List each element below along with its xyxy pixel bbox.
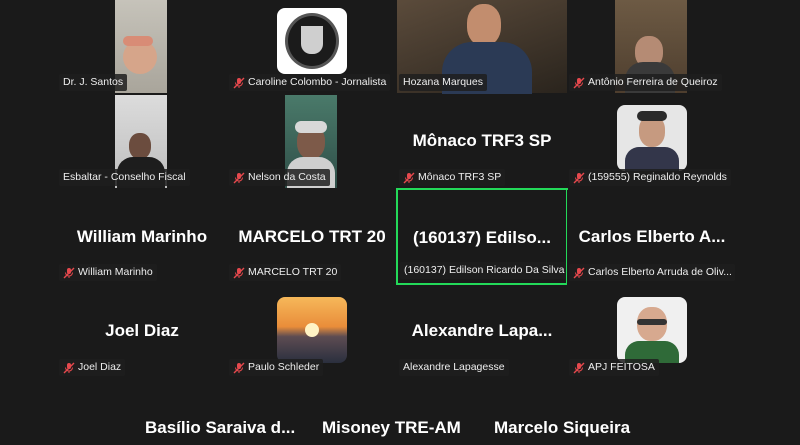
participant-avatar-photo (277, 297, 347, 363)
mic-muted-icon (573, 362, 585, 373)
participant-tile[interactable]: Mônaco TRF3 SP Mônaco TRF3 SP (397, 95, 567, 190)
participant-name-tag: William Marinho (59, 264, 157, 281)
participant-display-name: Alexandre Lapa... (411, 321, 553, 340)
mic-muted-icon (233, 172, 245, 183)
mic-muted-icon (233, 362, 245, 373)
participant-name-tag: Joel Diaz (59, 359, 126, 376)
participant-tile[interactable]: (159555) Reginaldo Reynolds (567, 95, 737, 190)
mic-muted-icon (233, 267, 245, 278)
participant-name-tag: Carlos Elberto Arruda de Oliv... (569, 264, 735, 281)
active-speaker-tile[interactable]: (160137) Edilso... (160137) Edilson Rica… (396, 188, 568, 285)
participant-tile[interactable]: William Marinho William Marinho (57, 190, 227, 285)
mic-muted-icon (233, 77, 245, 88)
participant-name-tag: Paulo Schleder (229, 359, 324, 376)
participant-tile[interactable]: Hozana Marques (397, 0, 567, 95)
mic-muted-icon (63, 267, 75, 278)
participant-name-tag: Dr. J. Santos (59, 74, 128, 91)
participant-tile[interactable]: Nelson da Costa (227, 95, 397, 190)
participant-name-tag: Mônaco TRF3 SP (399, 169, 506, 186)
participant-tile[interactable]: Joel Diaz Joel Diaz (57, 285, 227, 380)
participant-display-name: MARCELO TRT 20 (238, 227, 386, 246)
participant-name-tag: Nelson da Costa (229, 169, 330, 186)
participant-name-tag: MARCELO TRT 20 (229, 264, 342, 281)
participant-tile[interactable]: MARCELO TRT 20 MARCELO TRT 20 (227, 190, 397, 285)
participant-display-name[interactable]: Misoney TRE-AM (322, 418, 461, 438)
participant-tile[interactable]: Paulo Schleder (227, 285, 397, 380)
participant-tile[interactable]: APJ FEITOSA (567, 285, 737, 380)
mic-muted-icon (403, 172, 415, 183)
participant-tile[interactable]: Dr. J. Santos (57, 0, 227, 95)
mic-muted-icon (63, 362, 75, 373)
participant-name-tag: (159555) Reginaldo Reynolds (569, 169, 731, 186)
participant-tile[interactable]: Esbaltar - Conselho Fiscal (57, 95, 227, 190)
participant-display-name: Joel Diaz (105, 321, 179, 340)
participant-name-tag: (160137) Edilson Ricardo Da Silva (400, 262, 566, 279)
participant-tile[interactable]: Antônio Ferreira de Queiroz (567, 0, 737, 95)
mic-muted-icon (573, 77, 585, 88)
participant-display-name: (160137) Edilso... (413, 228, 551, 247)
participant-display-name[interactable]: Basílio Saraiva d... (145, 418, 295, 438)
participant-avatar-photo (617, 297, 687, 363)
participant-tile[interactable]: Alexandre Lapa... Alexandre Lapagesse (397, 285, 567, 380)
participant-display-name: William Marinho (76, 227, 208, 246)
participant-avatar-logo (277, 8, 347, 74)
mic-muted-icon (573, 172, 585, 183)
participant-name-tag: Alexandre Lapagesse (399, 359, 509, 376)
mic-muted-icon (573, 267, 585, 278)
participant-name-tag: Hozana Marques (399, 74, 487, 91)
participant-display-name: Carlos Elberto A... (578, 227, 726, 246)
participant-name-tag: Esbaltar - Conselho Fiscal (59, 169, 190, 186)
participant-tile[interactable]: Carlos Elberto A... Carlos Elberto Arrud… (567, 190, 737, 285)
participant-name-tag: APJ FEITOSA (569, 359, 659, 376)
participant-name-tag: Antônio Ferreira de Queiroz (569, 74, 722, 91)
participant-display-name: Mônaco TRF3 SP (412, 131, 552, 150)
participant-display-name[interactable]: Marcelo Siqueira (494, 418, 630, 438)
participant-tile[interactable]: Caroline Colombo - Jornalista (227, 0, 397, 95)
participant-name-tag: Caroline Colombo - Jornalista (229, 74, 391, 91)
participant-avatar-photo (617, 105, 687, 171)
